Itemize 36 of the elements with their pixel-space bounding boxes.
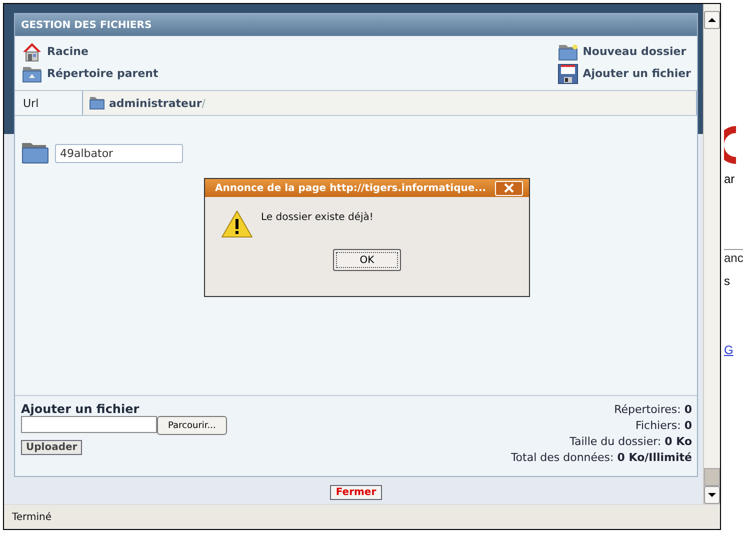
panel-title: GESTION DES FICHIERS xyxy=(21,20,152,30)
house-icon xyxy=(22,42,42,62)
folder-name-field[interactable]: 49albator xyxy=(55,144,183,162)
stat-line: Total des données: 0 Ko/Illimité xyxy=(510,450,692,466)
folder-icon xyxy=(21,142,49,164)
scroll-thumb[interactable] xyxy=(704,468,720,486)
toolbar-link[interactable]: Nouveau dossier xyxy=(558,41,691,62)
toolbar-link[interactable]: Ajouter un fichier xyxy=(558,63,691,84)
toolbar-link[interactable]: Racine xyxy=(22,41,158,62)
dialog-title: Annonce de la page http://tigers.informatique... xyxy=(215,182,486,194)
folder-icon xyxy=(558,42,578,60)
stat-line: Fichiers: 0 xyxy=(635,418,692,434)
ok-button[interactable]: OK xyxy=(333,249,401,271)
path-field[interactable]: administrateur/ xyxy=(82,91,697,115)
folder-icon xyxy=(22,64,42,82)
page-text-fragment: ar xyxy=(724,172,735,186)
page-text-fragment: s xyxy=(724,274,730,288)
scrollbar[interactable] xyxy=(703,4,720,504)
stat-line: Répertoires: 0 xyxy=(614,402,692,418)
warning-icon xyxy=(221,209,253,239)
close-button[interactable]: Fermer xyxy=(330,485,382,500)
scroll-up-icon[interactable] xyxy=(704,11,720,29)
stat-line: Taille du dossier: 0 Ko xyxy=(570,434,692,450)
upload-button[interactable]: Uploader xyxy=(21,440,82,455)
file-field[interactable] xyxy=(21,416,157,433)
upload-heading: Ajouter un fichier xyxy=(21,402,140,416)
toolbar-link[interactable]: Répertoire parent xyxy=(22,63,158,84)
folder-icon xyxy=(89,96,105,110)
page-link-fragment[interactable]: G xyxy=(724,343,734,357)
dialog-message: Le dossier existe déjà! xyxy=(261,211,374,225)
page-tab-fragment[interactable]: anc xyxy=(724,249,744,265)
url-label: Url xyxy=(22,96,40,112)
browse-button[interactable]: Parcourir... xyxy=(157,416,227,435)
close-icon[interactable] xyxy=(495,180,523,196)
status-text: Terminé xyxy=(12,512,52,522)
scroll-down-icon[interactable] xyxy=(704,486,720,504)
